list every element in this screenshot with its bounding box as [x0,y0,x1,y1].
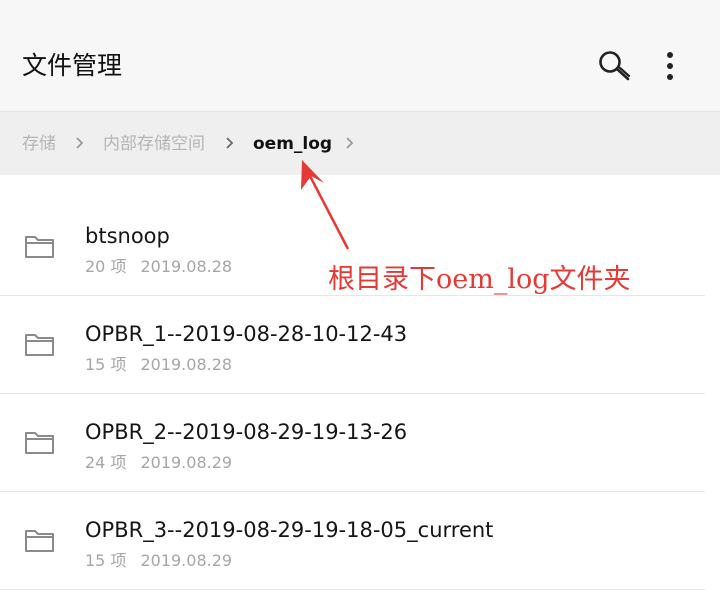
chevron-right-icon [76,137,84,149]
item-count: 24 项 [85,453,127,472]
file-list: btsnoop 20 项 2019.08.28 OPBR_1--2019-08-2… [0,198,720,590]
file-name: OPBR_1--2019-08-28-10-12-43 [85,322,408,346]
item-count: 20 项 [85,257,127,276]
more-options-button[interactable] [652,44,688,88]
modified-date: 2019.08.28 [140,355,233,374]
folder-icon [25,236,54,258]
folder-icon [25,530,54,552]
list-item[interactable]: OPBR_3--2019-08-29-19-18-05_current 15 项… [0,492,705,590]
breadcrumb: 存储 内部存储空间 oem_log [0,112,720,175]
breadcrumb-internal-storage[interactable]: 内部存储空间 [103,132,205,156]
search-icon [599,51,631,81]
folder-icon [25,334,54,356]
file-meta: 15 项 2019.08.28 [85,354,232,376]
file-meta: 20 项 2019.08.28 [85,256,232,278]
annotation-label: 根目录下oem_log文件夹 [328,264,631,295]
list-item[interactable]: OPBR_2--2019-08-29-19-13-26 24 项 2019.08.… [0,394,705,492]
file-name: OPBR_3--2019-08-29-19-18-05_current [85,518,494,542]
app-bar: 文件管理 [0,0,720,112]
file-name: btsnoop [85,224,170,248]
modified-date: 2019.08.29 [140,551,233,570]
file-manager-screen: 文件管理 存储 内部存储空间 oem_log btsnoop 20 项 2019… [0,0,720,600]
file-meta: 15 项 2019.08.29 [85,550,232,572]
app-title: 文件管理 [22,51,123,80]
folder-icon [25,432,54,454]
breadcrumb-storage[interactable]: 存储 [22,132,56,156]
item-count: 15 项 [85,551,127,570]
list-item[interactable]: OPBR_1--2019-08-28-10-12-43 15 项 2019.08.… [0,296,705,394]
more-vertical-icon [667,52,673,80]
modified-date: 2019.08.28 [140,257,233,276]
chevron-right-icon [346,137,354,149]
chevron-right-icon [226,137,234,149]
item-count: 15 项 [85,355,127,374]
breadcrumb-current-folder[interactable]: oem_log [253,132,332,156]
file-name: OPBR_2--2019-08-29-19-13-26 [85,420,408,444]
file-meta: 24 项 2019.08.29 [85,452,232,474]
modified-date: 2019.08.29 [140,453,233,472]
search-button[interactable] [592,44,636,88]
